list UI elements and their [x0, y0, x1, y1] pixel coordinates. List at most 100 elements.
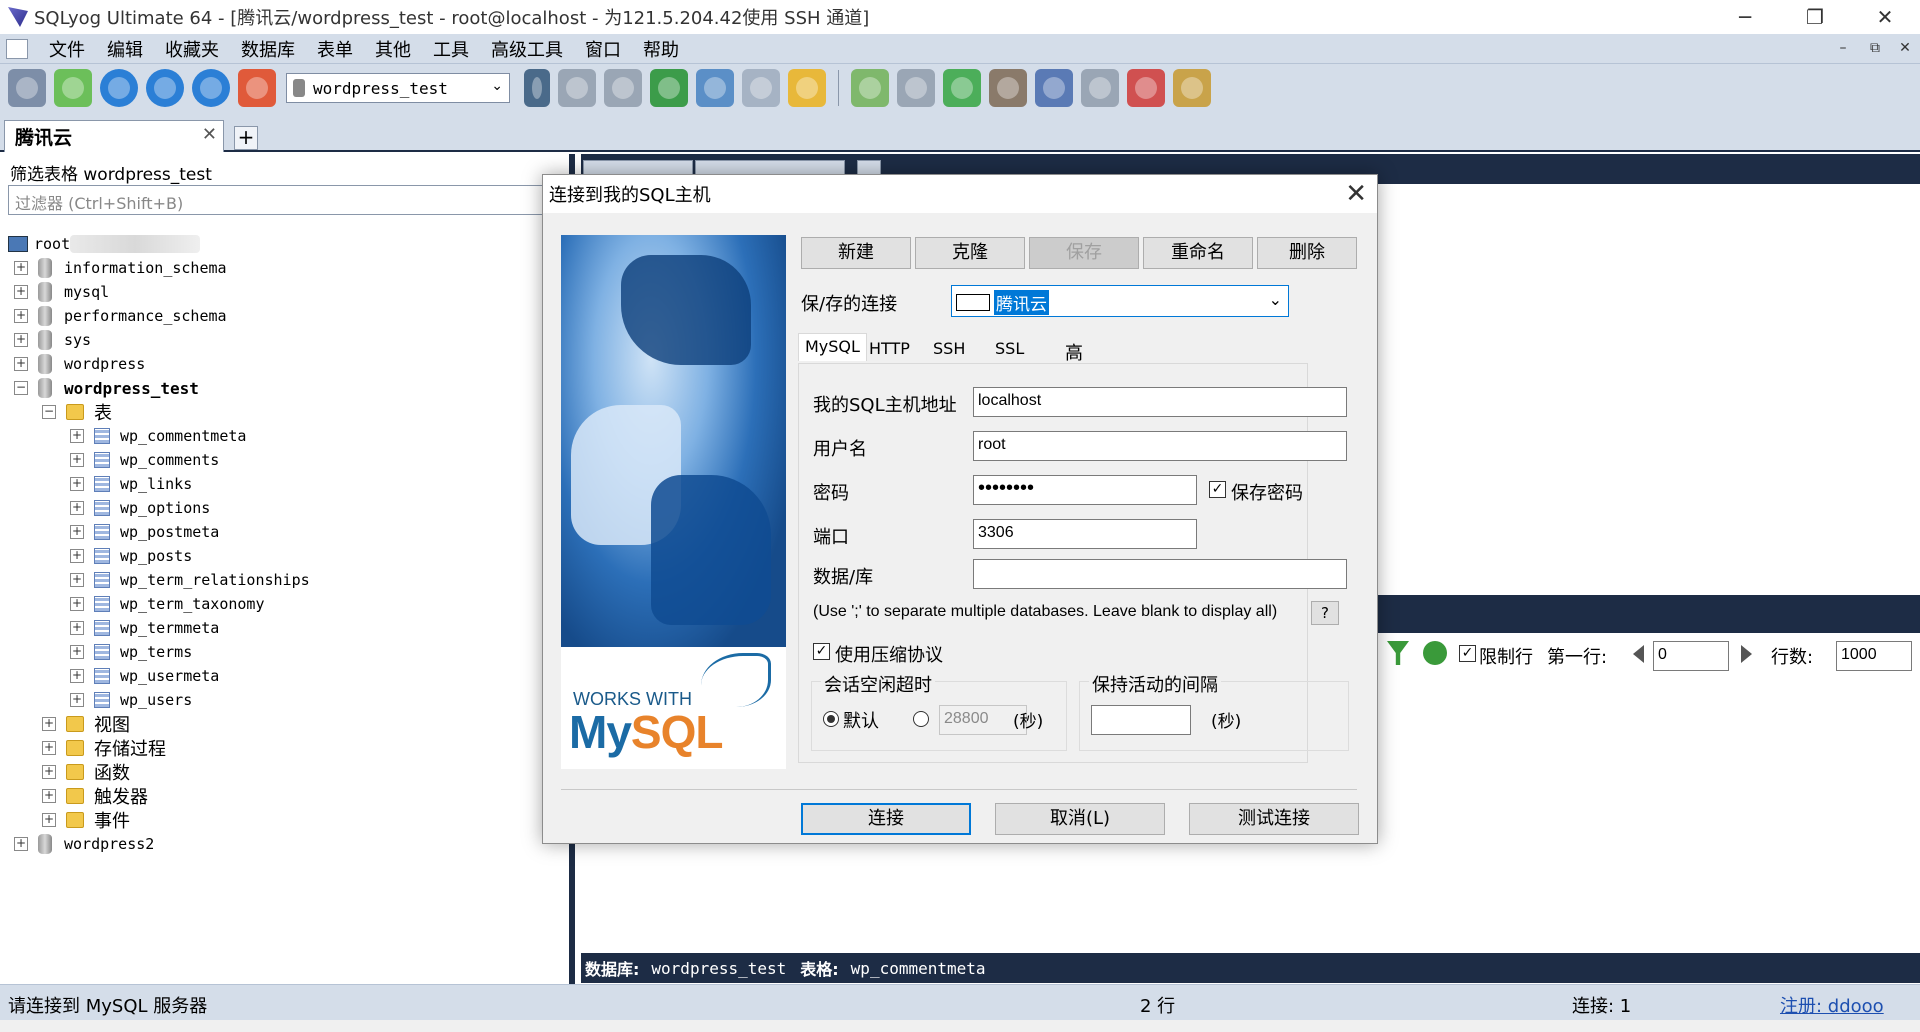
tree-table[interactable]: + wp_term_taxonomy — [70, 592, 265, 616]
execute-all-icon[interactable] — [146, 69, 184, 107]
filter-icon[interactable] — [1387, 641, 1409, 665]
tree-table[interactable]: + wp_terms — [70, 640, 192, 664]
menu-favorites[interactable]: 收藏夹 — [154, 36, 230, 62]
minimize-button[interactable]: ─ — [1710, 0, 1780, 34]
database-select[interactable]: wordpress_test ⌄ — [286, 73, 510, 103]
limit-rows-checkbox[interactable]: ✓ — [1459, 645, 1476, 662]
refresh-results-icon[interactable] — [1423, 641, 1447, 665]
tree-table[interactable]: + wp_options — [70, 496, 210, 520]
menu-other[interactable]: 其他 — [364, 36, 422, 62]
menu-file[interactable]: 文件 — [38, 36, 96, 62]
tree-db[interactable]: + sys — [14, 328, 91, 352]
tree-folder[interactable]: + 函数 — [42, 760, 130, 784]
report-icon[interactable] — [1127, 69, 1165, 107]
menu-help[interactable]: 帮助 — [632, 36, 690, 62]
tab-mysql[interactable]: MySQL — [798, 333, 867, 361]
expand-icon[interactable]: + — [70, 669, 84, 683]
mdi-system-menu-icon[interactable] — [6, 38, 28, 59]
menu-edit[interactable]: 编辑 — [96, 36, 154, 62]
expand-icon[interactable]: + — [42, 717, 56, 731]
execute-query-icon[interactable] — [100, 69, 138, 107]
sync-icon[interactable] — [897, 69, 935, 107]
saved-connection-select[interactable]: 腾讯云 ⌄ — [951, 285, 1289, 317]
clone-connection-button[interactable]: 克隆 — [915, 237, 1025, 269]
port-input[interactable]: 3306 — [973, 519, 1197, 549]
expand-icon[interactable]: + — [14, 837, 28, 851]
table-view-icon[interactable] — [742, 69, 780, 107]
tab-advanced[interactable]: 高级功能 — [1058, 335, 1090, 442]
cancel-button[interactable]: 取消(L) — [995, 803, 1165, 835]
collapse-icon[interactable]: − — [42, 405, 56, 419]
expand-icon[interactable]: + — [70, 573, 84, 587]
expand-icon[interactable]: + — [14, 333, 28, 347]
tree-db[interactable]: + wordpress2 — [14, 832, 154, 856]
first-row-input[interactable]: 0 — [1653, 641, 1729, 671]
menu-advanced-tools[interactable]: 高级工具 — [480, 36, 574, 62]
close-button[interactable]: ✕ — [1850, 0, 1920, 34]
expand-icon[interactable]: + — [70, 477, 84, 491]
help-button[interactable]: ? — [1311, 601, 1339, 625]
save-password-checkbox[interactable]: ✓ — [1209, 481, 1226, 498]
expand-icon[interactable]: + — [70, 453, 84, 467]
custom-timeout-radio[interactable] — [913, 711, 929, 727]
tree-db[interactable]: + performance_schema — [14, 304, 227, 328]
designer-icon[interactable] — [1173, 69, 1211, 107]
menu-tools[interactable]: 工具 — [422, 36, 480, 62]
monitor-icon[interactable] — [1081, 69, 1119, 107]
tree-table[interactable]: + wp_comments — [70, 448, 219, 472]
expand-icon[interactable]: + — [70, 621, 84, 635]
test-connection-button[interactable]: 测试连接 — [1189, 803, 1359, 835]
expand-icon[interactable]: + — [70, 597, 84, 611]
collapse-icon[interactable]: − — [14, 381, 28, 395]
host-input[interactable]: localhost — [973, 387, 1347, 417]
expand-icon[interactable]: + — [14, 309, 28, 323]
tab-ssl[interactable]: SSL — [988, 335, 1031, 361]
connection-tab[interactable]: 腾讯云 ✕ — [4, 120, 224, 152]
tab-http[interactable]: HTTP — [862, 335, 917, 361]
dialog-close-button[interactable]: ✕ — [1345, 179, 1367, 209]
user-manager-icon[interactable] — [524, 69, 550, 107]
tree-table[interactable]: + wp_postmeta — [70, 520, 219, 544]
menu-table[interactable]: 表单 — [306, 36, 364, 62]
prev-page-icon[interactable] — [1633, 645, 1644, 663]
query-builder-icon[interactable] — [1035, 69, 1073, 107]
tree-root[interactable]: root — [8, 232, 201, 256]
new-connection-icon[interactable] — [8, 69, 46, 107]
expand-icon[interactable]: + — [14, 261, 28, 275]
expand-icon[interactable]: + — [70, 525, 84, 539]
tree-table[interactable]: + wp_users — [70, 688, 192, 712]
add-connection-icon[interactable] — [54, 69, 92, 107]
migration-icon[interactable] — [989, 69, 1027, 107]
expand-icon[interactable]: + — [14, 285, 28, 299]
database-input[interactable] — [973, 559, 1347, 589]
schedule-icon[interactable] — [851, 69, 889, 107]
mdi-close-button[interactable]: ✕ — [1894, 40, 1916, 60]
create-database-icon[interactable] — [558, 69, 596, 107]
tree-table[interactable]: + wp_posts — [70, 544, 192, 568]
keepalive-input[interactable] — [1091, 705, 1191, 735]
register-link[interactable]: 注册: ddooo — [1780, 992, 1884, 1018]
tree-db-active[interactable]: − wordpress_test — [14, 376, 199, 400]
expand-icon[interactable]: + — [70, 645, 84, 659]
copy-db-icon[interactable] — [943, 69, 981, 107]
next-page-icon[interactable] — [1741, 645, 1752, 663]
expand-icon[interactable]: + — [42, 765, 56, 779]
expand-icon[interactable]: + — [70, 549, 84, 563]
tree-folder[interactable]: + 触发器 — [42, 784, 148, 808]
create-table-icon[interactable] — [604, 69, 642, 107]
filter-input[interactable]: 过滤器 (Ctrl+Shift+B) — [8, 185, 568, 215]
expand-icon[interactable]: + — [42, 813, 56, 827]
compression-checkbox[interactable]: ✓ — [813, 643, 830, 660]
tree-table[interactable]: + wp_termmeta — [70, 616, 219, 640]
backup-icon[interactable] — [696, 69, 734, 107]
menu-window[interactable]: 窗口 — [574, 36, 632, 62]
new-connection-tab-button[interactable]: + — [234, 126, 258, 150]
save-connection-button[interactable]: 保存 — [1029, 237, 1139, 269]
tree-db[interactable]: + mysql — [14, 280, 109, 304]
mdi-minimize-button[interactable]: – — [1832, 40, 1854, 60]
tab-ssh[interactable]: SSH — [926, 335, 972, 361]
expand-icon[interactable]: + — [42, 741, 56, 755]
expand-icon[interactable]: + — [70, 501, 84, 515]
username-input[interactable]: root — [973, 431, 1347, 461]
expand-icon[interactable]: + — [70, 693, 84, 707]
